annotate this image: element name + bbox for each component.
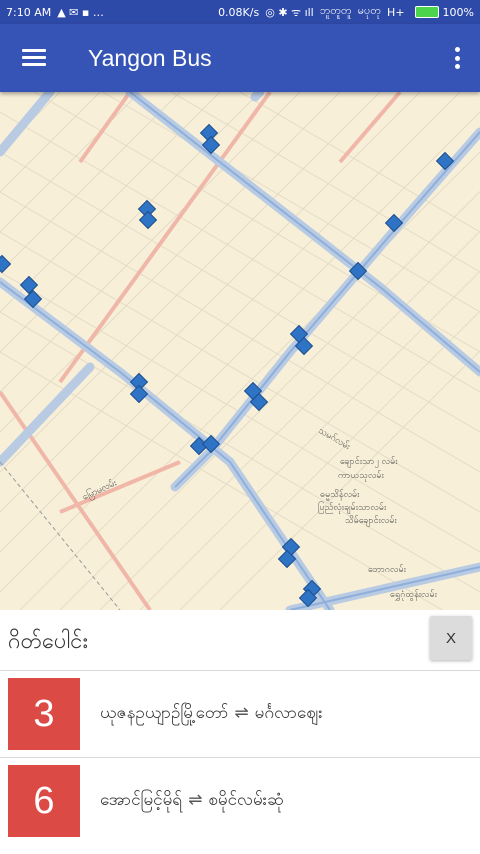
street-label: ရွှေဂုံထွန်းလမ်း xyxy=(390,589,438,601)
status-bar: 7:10 AM ▲ ✉ ▪ … 0.08K/s ◎ ✱ ᯤ ıll ဘူတူတူ… xyxy=(0,0,480,24)
route-destination: စမိုင်လမ်းဆုံ xyxy=(208,789,284,810)
route-panel: ဂိတ်ပေါင်း X 3 ယုဇနဥယျာဥ်မြို့တော် ⇌ မင်္ဂ… xyxy=(0,610,480,854)
street-label: ဓမ္မသိန်လမ်း xyxy=(320,489,360,501)
status-time: 7:10 AM xyxy=(6,5,52,19)
battery-level: 100% xyxy=(442,5,474,19)
overflow-menu-icon[interactable] xyxy=(454,47,460,69)
route-arrow: ⇌ xyxy=(188,789,203,810)
app-bar: Yangon Bus xyxy=(0,24,480,92)
route-origin: အောင်မြင့်မိုရ် xyxy=(100,789,183,810)
signal-icon: ◎ ✱ ᯤ ıll xyxy=(265,5,314,19)
panel-title: ဂိတ်ပေါင်း xyxy=(8,629,89,654)
route-number-badge: 6 xyxy=(8,765,80,837)
street-label: ဘောဂလမ်း xyxy=(368,564,407,575)
route-number-badge: 3 xyxy=(8,678,80,750)
network-type: H+ xyxy=(387,5,405,19)
route-origin: ယုဇနဥယျာဥ်မြို့တော် xyxy=(100,702,229,723)
route-item[interactable]: 3 ယုဇနဥယျာဥ်မြို့တော် ⇌ မင်္ဂလာဈေး xyxy=(0,670,480,757)
close-button[interactable]: X xyxy=(430,616,472,660)
route-item[interactable]: 6 အောင်မြင့်မိုရ် ⇌ စမိုင်လမ်းဆုံ xyxy=(0,757,480,844)
street-label: ချောင်းသာ၂ လမ်း xyxy=(340,456,398,468)
route-destination: မင်္ဂလာဈေး xyxy=(254,702,323,723)
street-label: သိမ်ချောင်းလမ်း xyxy=(345,515,397,527)
status-right: 0.08K/s ◎ ✱ ᯤ ıll ဘူတူတူ မပုတု H+ 100% xyxy=(218,4,474,20)
route-name: ယုဇနဥယျာဥ်မြို့တော် ⇌ မင်္ဂလာဈေး xyxy=(100,702,323,727)
menu-icon[interactable] xyxy=(22,49,46,67)
app-title: Yangon Bus xyxy=(88,44,212,71)
carrier-1: ဘူတူတူ xyxy=(319,4,352,17)
notification-icon: ▲ ✉ ▪ … xyxy=(57,5,104,19)
net-speed: 0.08K/s xyxy=(218,5,260,19)
street-label: ပြည်လုံးချမ်းသာလမ်း xyxy=(318,501,387,514)
map-canvas[interactable]: သမဂ်လမ်း ချောင်းသာ၂ လမ်း ကာယသုလမ်း ဓမ္မသ… xyxy=(0,92,480,610)
street-label: ကာယသုလမ်း xyxy=(338,470,385,482)
carrier-2: မပုတု xyxy=(357,4,382,17)
route-name: အောင်မြင့်မိုရ် ⇌ စမိုင်လမ်းဆုံ xyxy=(100,789,283,814)
map-view[interactable]: သမဂ်လမ်း ချောင်းသာ၂ လမ်း ကာယသုလမ်း ဓမ္မသ… xyxy=(0,92,480,610)
route-arrow: ⇌ xyxy=(234,702,249,723)
panel-header: ဂိတ်ပေါင်း X xyxy=(0,610,480,670)
battery-icon xyxy=(414,6,439,18)
